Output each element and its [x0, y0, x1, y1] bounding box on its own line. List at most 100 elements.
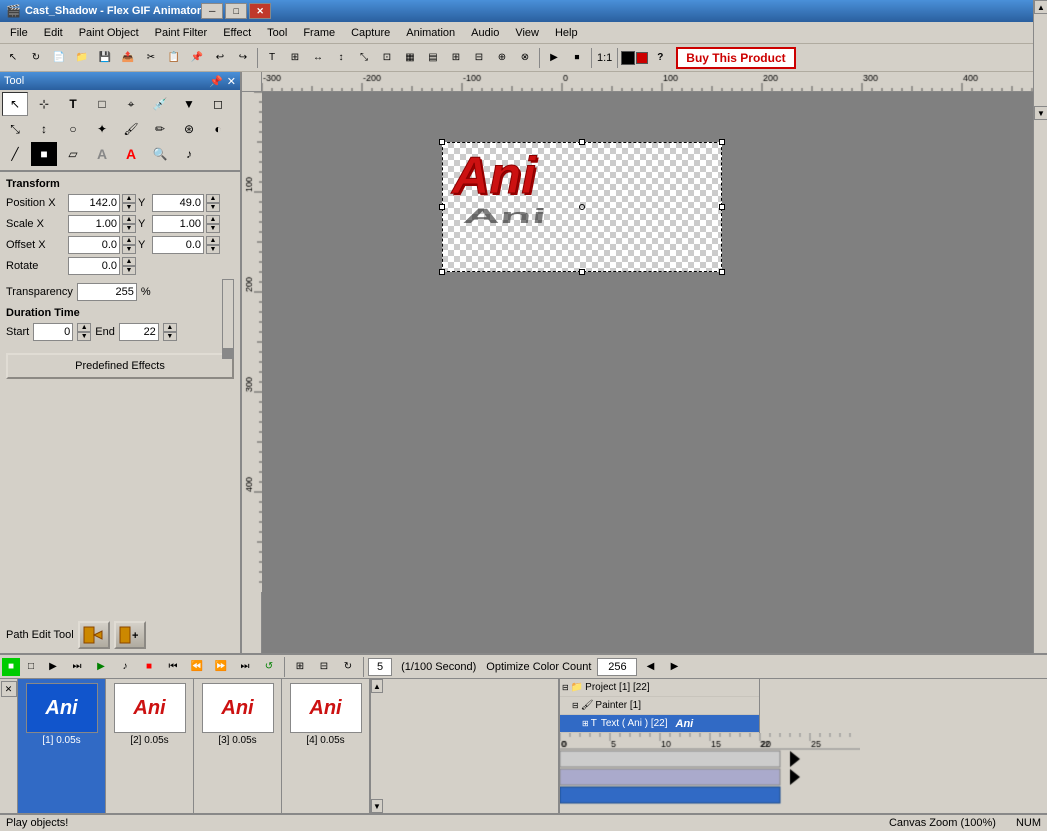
- end-input[interactable]: [119, 323, 159, 341]
- tool-spray[interactable]: ⊛: [176, 117, 202, 141]
- pos-y-down[interactable]: ▼: [206, 203, 220, 212]
- position-y-spin[interactable]: ▲ ▼: [206, 194, 220, 212]
- tb-more2[interactable]: ⊟: [468, 47, 490, 69]
- scale-x-up[interactable]: ▲: [122, 215, 136, 224]
- color-count-input[interactable]: [597, 658, 637, 676]
- close-panel-icon[interactable]: ✕: [227, 75, 236, 88]
- menu-audio[interactable]: Audio: [463, 23, 507, 43]
- scale-x-spin[interactable]: ▲ ▼: [122, 215, 136, 233]
- pos-y-up[interactable]: ▲: [206, 194, 220, 203]
- maximize-button[interactable]: □: [225, 3, 247, 19]
- close-button[interactable]: ✕: [249, 3, 271, 19]
- tb-help[interactable]: ?: [649, 47, 671, 69]
- frame-tb-opt1[interactable]: ⊞: [289, 656, 311, 678]
- menu-edit[interactable]: Edit: [36, 23, 71, 43]
- scroll-vertical[interactable]: [1033, 112, 1047, 653]
- tb-flip-h[interactable]: ↔: [307, 47, 329, 69]
- tb-cut[interactable]: ✂: [140, 47, 162, 69]
- color-count-prev[interactable]: ◀: [639, 656, 661, 678]
- tb-more4[interactable]: ⊗: [514, 47, 536, 69]
- scale-y-input[interactable]: [152, 215, 204, 233]
- tool-smudge[interactable]: ◐: [205, 117, 231, 141]
- start-up[interactable]: ▲: [77, 323, 91, 332]
- tool-text[interactable]: T: [60, 92, 86, 116]
- offset-y-spin[interactable]: ▲ ▼: [206, 236, 220, 254]
- position-y-input[interactable]: [152, 194, 204, 212]
- tb-undo[interactable]: ↩: [209, 47, 231, 69]
- tb-align[interactable]: ⊞: [284, 47, 306, 69]
- menu-capture[interactable]: Capture: [343, 23, 398, 43]
- tb-save[interactable]: 💾: [94, 47, 116, 69]
- tb-text[interactable]: T: [261, 47, 283, 69]
- tb-color2[interactable]: [636, 52, 648, 64]
- handle-center[interactable]: [579, 204, 585, 210]
- tool-text3[interactable]: A: [118, 142, 144, 166]
- handle-bl[interactable]: [439, 269, 445, 275]
- tool-crop[interactable]: ↕: [31, 117, 57, 141]
- offset-y-up[interactable]: ▲: [206, 236, 220, 245]
- menu-animation[interactable]: Animation: [398, 23, 463, 43]
- tb-scale[interactable]: ⤡: [353, 47, 375, 69]
- frames-close-btn[interactable]: ✕: [1, 681, 17, 697]
- tb-new[interactable]: 📄: [48, 47, 70, 69]
- scale-x-input[interactable]: [68, 215, 120, 233]
- offset-x-input[interactable]: [68, 236, 120, 254]
- frame-tb-opt2[interactable]: ⊟: [313, 656, 335, 678]
- path-edit-btn-2[interactable]: +: [114, 621, 146, 649]
- pos-x-down[interactable]: ▼: [122, 203, 136, 212]
- frame-item-2[interactable]: Ani [2] 0.05s: [106, 679, 194, 813]
- rotate-down[interactable]: ▼: [122, 266, 136, 275]
- tool-colorpick[interactable]: ■: [31, 142, 57, 166]
- scale-y-down[interactable]: ▼: [206, 224, 220, 233]
- track-expand-1[interactable]: ⊟: [562, 683, 569, 692]
- minimize-button[interactable]: ─: [201, 3, 223, 19]
- frame-tb-del[interactable]: □: [22, 658, 40, 676]
- offset-x-down[interactable]: ▼: [122, 245, 136, 254]
- frame-tb-fwd[interactable]: ⏩: [210, 656, 232, 678]
- menu-file[interactable]: File: [2, 23, 36, 43]
- rotate-up[interactable]: ▲: [122, 257, 136, 266]
- tb-ungroup[interactable]: ▤: [422, 47, 444, 69]
- end-up[interactable]: ▲: [163, 323, 177, 332]
- frame-tb-opt3[interactable]: ↻: [337, 656, 359, 678]
- tb-flip-v[interactable]: ↕: [330, 47, 352, 69]
- tb-copy[interactable]: 📋: [163, 47, 185, 69]
- end-down[interactable]: ▼: [163, 332, 177, 341]
- menu-paint-object[interactable]: Paint Object: [71, 23, 147, 43]
- scale-y-up[interactable]: ▲: [206, 215, 220, 224]
- frames-scrollbar[interactable]: ▲ ▼: [370, 679, 382, 813]
- handle-tl[interactable]: [439, 139, 445, 145]
- rotate-input[interactable]: [68, 257, 120, 275]
- pin-icon[interactable]: 📌: [209, 75, 223, 88]
- tb-resize[interactable]: ⊡: [376, 47, 398, 69]
- menu-view[interactable]: View: [507, 23, 547, 43]
- tb-group[interactable]: ▦: [399, 47, 421, 69]
- tool-extra[interactable]: [205, 142, 231, 166]
- track-text-ani[interactable]: ⊞ T Text ( Ani ) [22] Ani: [560, 715, 759, 733]
- frame-tb-prev[interactable]: ⏮: [162, 656, 184, 678]
- canvas-viewport[interactable]: Ani Ani: [262, 92, 1047, 653]
- tool-zoom[interactable]: 🔍: [147, 142, 173, 166]
- frame-number-input[interactable]: [368, 658, 392, 676]
- scroll-up-btn[interactable]: ▲: [371, 679, 383, 693]
- frame-tb-stop[interactable]: ■: [138, 656, 160, 678]
- color-count-next[interactable]: ▶: [663, 656, 685, 678]
- end-spin[interactable]: ▲ ▼: [163, 323, 177, 341]
- tb-stop[interactable]: ⏹: [566, 47, 588, 69]
- frame-tb-play-next[interactable]: ⏭: [66, 656, 88, 678]
- buy-button[interactable]: Buy This Product: [676, 47, 795, 69]
- menu-frame[interactable]: Frame: [295, 23, 343, 43]
- tb-redo[interactable]: ↪: [232, 47, 254, 69]
- tool-oval[interactable]: ○: [60, 117, 86, 141]
- tb-select[interactable]: ↖: [2, 47, 24, 69]
- track-project[interactable]: ⊟ 📁 Project [1] [22]: [560, 679, 759, 697]
- frame-item-4[interactable]: Ani [4] 0.05s: [282, 679, 370, 813]
- tool-pencil[interactable]: ✏: [147, 117, 173, 141]
- position-x-input[interactable]: [68, 194, 120, 212]
- tb-render[interactable]: ▶: [543, 47, 565, 69]
- handle-bm[interactable]: [579, 269, 585, 275]
- tool-move[interactable]: ⊹: [31, 92, 57, 116]
- start-spin[interactable]: ▲ ▼: [77, 323, 91, 341]
- path-edit-btn-1[interactable]: [78, 621, 110, 649]
- tool-note[interactable]: ♪: [176, 142, 202, 166]
